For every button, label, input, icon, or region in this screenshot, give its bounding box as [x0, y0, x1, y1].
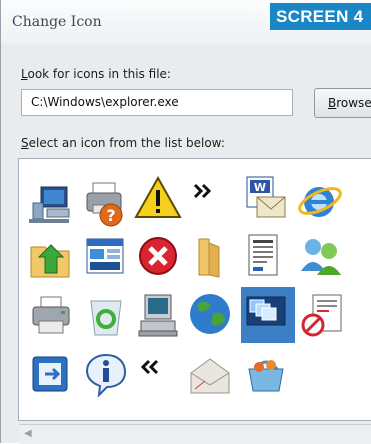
svg-text:W: W — [254, 181, 266, 194]
desktop-windows-icon[interactable] — [241, 287, 295, 343]
error-icon[interactable] — [133, 231, 183, 281]
document-blocked-icon[interactable] — [299, 291, 349, 341]
computer-network-icon[interactable] — [27, 179, 77, 229]
folder-up-arrow-icon[interactable] — [27, 233, 77, 283]
icon-list-label: Select an icon from the list below: — [21, 136, 225, 150]
window-panel-icon[interactable] — [81, 231, 131, 281]
svg-text:?: ? — [106, 206, 115, 225]
word-document-icon[interactable]: W — [241, 173, 291, 223]
document-text-icon[interactable] — [241, 231, 291, 281]
file-label: Look for icons in this file: — [21, 67, 171, 81]
envelope-icon[interactable] — [185, 349, 235, 399]
file-path-input[interactable]: C:\Windows\explorer.exe — [21, 89, 293, 116]
double-left-arrow-icon[interactable] — [133, 349, 183, 399]
change-icon-dialog: Change Icon SCREEN 4 Look for icons in t… — [0, 0, 371, 444]
info-icon[interactable] — [81, 349, 131, 399]
internet-explorer-icon[interactable] — [295, 175, 345, 225]
recycle-bin-icon[interactable] — [81, 291, 131, 341]
scroll-left-icon[interactable]: ◀ — [24, 428, 32, 439]
printer-icon[interactable] — [27, 291, 77, 341]
computer-terminal-icon[interactable] — [133, 291, 183, 341]
window-title: Change Icon — [12, 14, 102, 30]
double-right-arrow-icon[interactable] — [185, 173, 235, 223]
folder-icon[interactable] — [185, 231, 235, 281]
globe-icon[interactable] — [185, 289, 235, 339]
users-icon[interactable] — [295, 231, 345, 281]
warning-icon[interactable] — [133, 173, 183, 223]
icon-list[interactable]: ? W — [18, 158, 371, 421]
shopping-basket-icon[interactable] — [241, 349, 291, 399]
browse-button[interactable]: Browse — [314, 88, 371, 118]
switch-window-icon[interactable] — [27, 349, 77, 399]
screen-badge: SCREEN 4 — [270, 3, 371, 30]
horizontal-scrollbar[interactable]: ◀ — [19, 424, 371, 444]
printer-help-icon[interactable]: ? — [81, 177, 131, 227]
